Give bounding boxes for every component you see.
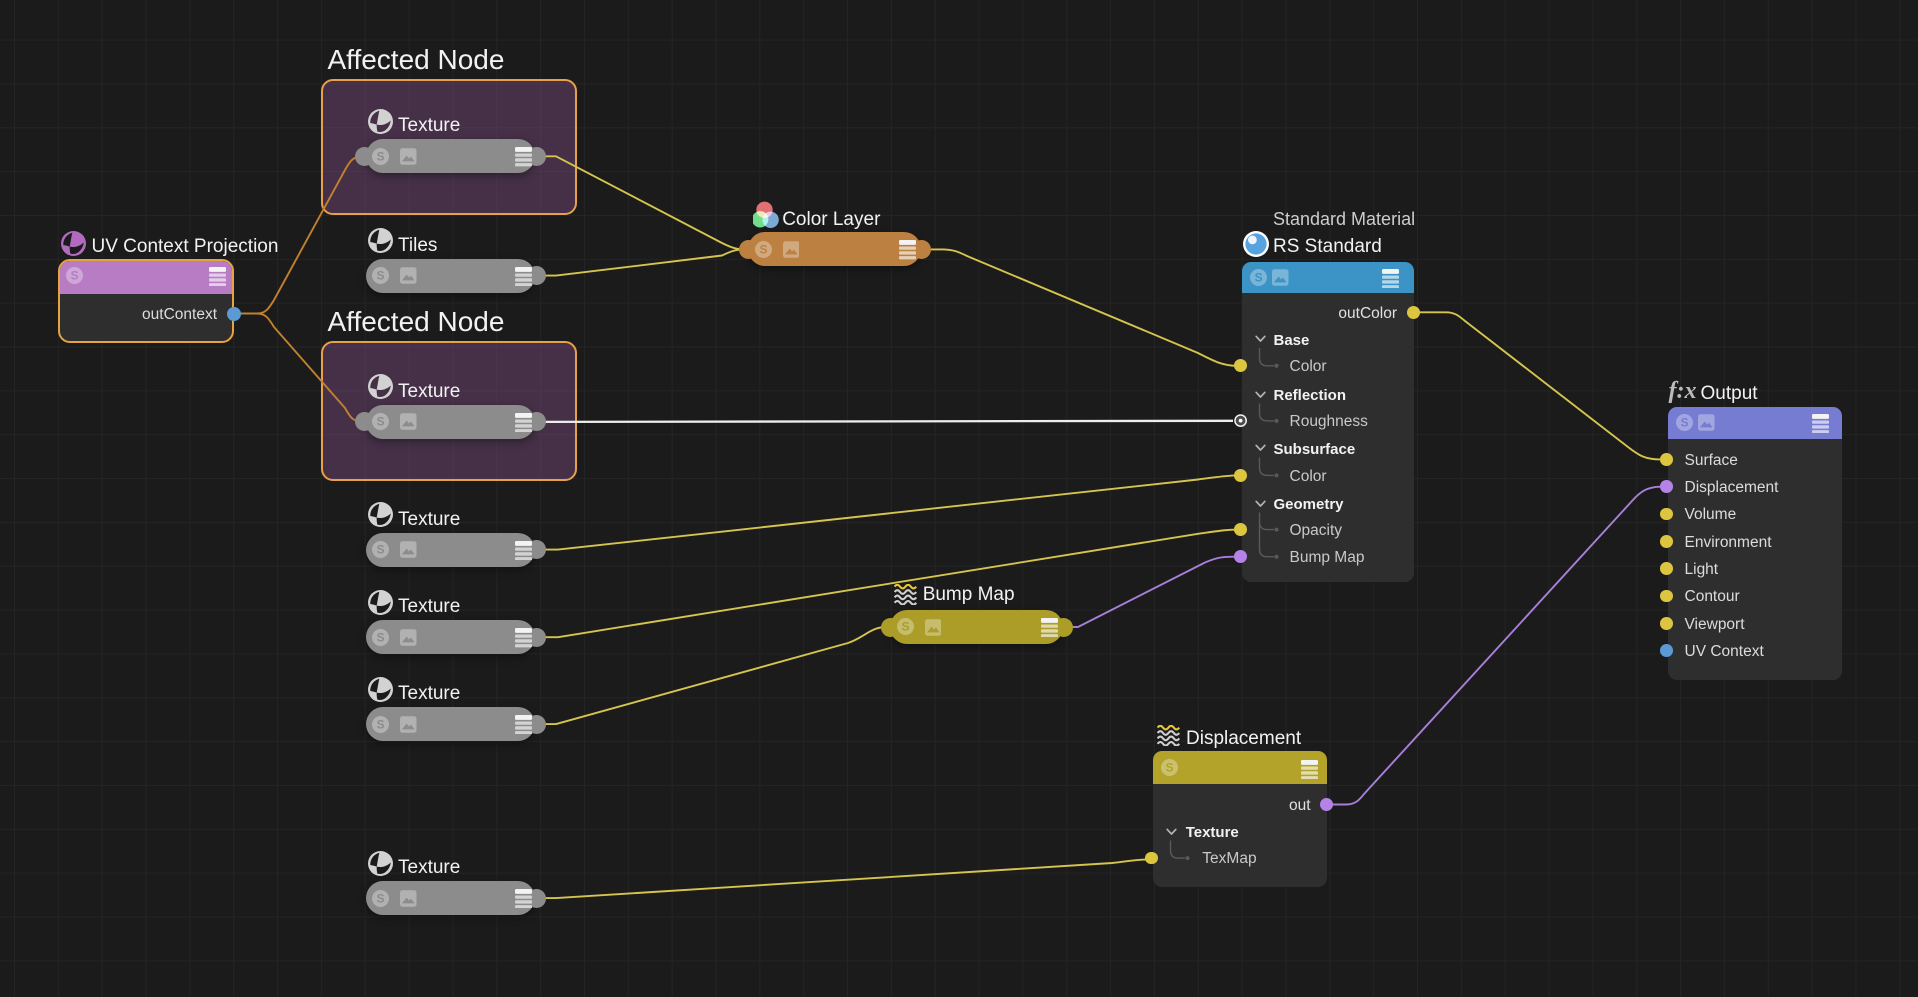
svg-text:S: S [377, 891, 385, 905]
svg-text:S: S [377, 415, 385, 429]
svg-text:S: S [1680, 416, 1688, 430]
svg-text:S: S [377, 630, 385, 644]
svg-text:S: S [377, 717, 385, 731]
svg-text:S: S [377, 543, 385, 557]
svg-text:S: S [901, 620, 909, 634]
svg-text:S: S [70, 268, 78, 282]
svg-text:S: S [377, 269, 385, 283]
svg-text:S: S [759, 242, 767, 256]
svg-text:S: S [377, 149, 385, 163]
